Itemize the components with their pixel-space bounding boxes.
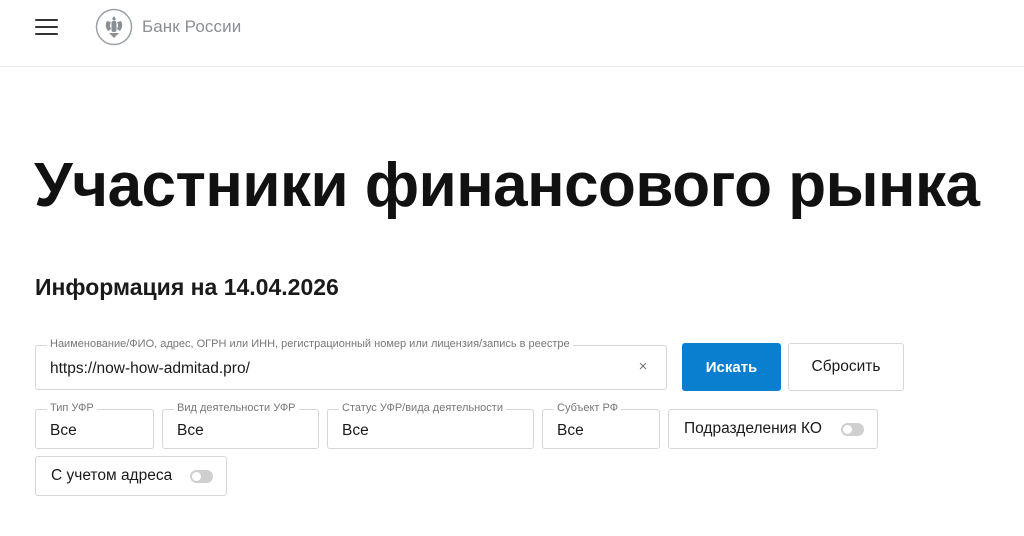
region-value: Все (557, 422, 584, 439)
reset-button[interactable]: Сбросить (788, 343, 904, 391)
branches-toggle-label: Подразделения КО (684, 420, 822, 437)
search-input-value[interactable]: https://now-how-admitad.pro/ (50, 360, 250, 378)
region-select[interactable]: Субъект РФ Все (542, 402, 660, 449)
region-legend: Субъект РФ (554, 402, 622, 414)
info-date-heading: Информация на 14.04.2026 (35, 274, 339, 300)
page-title: Участники финансового рынка (34, 151, 980, 220)
ufr-type-legend: Тип УФР (47, 402, 97, 414)
address-toggle-field[interactable]: С учетом адреса (35, 456, 227, 496)
clear-icon[interactable]: × (636, 359, 650, 375)
address-toggle-switch[interactable] (190, 470, 213, 483)
branches-toggle-switch[interactable] (841, 423, 864, 436)
emblem-icon (95, 8, 133, 46)
ufr-type-value: Все (50, 422, 77, 439)
activity-type-select[interactable]: Вид деятельности УФР Все (162, 402, 319, 449)
search-button[interactable]: Искать (682, 343, 781, 391)
status-value: Все (342, 422, 369, 439)
menu-icon[interactable] (35, 18, 58, 35)
bank-logo[interactable]: Банк России (95, 8, 241, 46)
activity-type-legend: Вид деятельности УФР (174, 402, 299, 414)
branches-toggle-field[interactable]: Подразделения КО (668, 409, 878, 449)
search-input-legend: Наименование/ФИО, адрес, ОГРН или ИНН, р… (47, 338, 573, 350)
status-select[interactable]: Статус УФР/вида деятельности Все (327, 402, 534, 449)
status-legend: Статус УФР/вида деятельности (339, 402, 506, 414)
logo-text: Банк России (142, 17, 242, 36)
address-toggle-label: С учетом адреса (51, 467, 173, 484)
site-header: Банк России (0, 0, 1024, 67)
activity-type-value: Все (177, 422, 204, 439)
ufr-type-select[interactable]: Тип УФР Все (35, 402, 154, 449)
search-input[interactable]: Наименование/ФИО, адрес, ОГРН или ИНН, р… (35, 338, 667, 390)
